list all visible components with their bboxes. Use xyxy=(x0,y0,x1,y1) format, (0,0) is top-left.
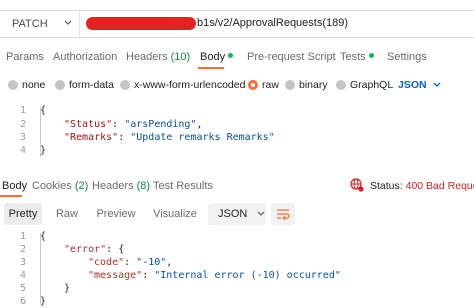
view-mode-raw[interactable]: Raw xyxy=(50,203,84,225)
json-line-message: "message": "Internal error (-10) occurre… xyxy=(88,270,341,281)
tab-settings[interactable]: Settings xyxy=(387,51,427,63)
tests-indicator-dot xyxy=(368,53,374,58)
globe-error-icon[interactable] xyxy=(350,178,364,192)
line-number: 4 xyxy=(19,270,26,281)
body-format-select[interactable]: JSON xyxy=(398,77,441,93)
line-number: 2 xyxy=(19,244,26,255)
response-status: Status: 400 Bad Request xyxy=(370,180,474,192)
response-tab-test-results[interactable]: Test Results xyxy=(153,180,213,192)
body-type-urlencoded[interactable]: x-www-form-urlencoded xyxy=(120,77,245,93)
active-tab-underline xyxy=(198,67,224,69)
wrap-lines-button[interactable] xyxy=(271,203,295,225)
line-number: 6 xyxy=(19,296,26,307)
radio-selected-icon xyxy=(248,80,258,90)
response-body-viewer: 1 2 3 4 5 6 { "error": { "code": "-10", … xyxy=(0,229,474,308)
line-number: 1 xyxy=(19,231,26,242)
line-number: 1 xyxy=(19,105,26,116)
chevron-down-icon xyxy=(64,20,72,25)
json-brace-open: { xyxy=(40,231,47,242)
active-response-tab-underline xyxy=(0,195,22,197)
radio-icon xyxy=(55,80,65,90)
indent-guide xyxy=(40,233,41,305)
tab-params[interactable]: Params xyxy=(6,51,44,63)
line-number: 3 xyxy=(19,257,26,268)
status-label: Status: xyxy=(370,180,403,192)
line-number: 3 xyxy=(19,132,26,143)
request-body-editor[interactable]: 1 2 3 4 { "Status": "arsPending", "Remar… xyxy=(0,103,474,159)
chevron-down-icon xyxy=(433,82,441,87)
json-line-remarks: "Remarks": "Update remarks Remarks" xyxy=(64,132,275,143)
url-input[interactable]: b1s/v2/ApprovalRequests(189) xyxy=(197,17,348,29)
body-type-none[interactable]: none xyxy=(8,77,45,93)
method-select[interactable]: PATCH xyxy=(0,11,80,37)
line-number: 2 xyxy=(19,119,26,130)
response-headers-count: (8) xyxy=(136,180,151,192)
radio-icon xyxy=(120,80,130,90)
view-mode-preview[interactable]: Preview xyxy=(92,203,140,225)
url-bar: PATCH b1s/v2/ApprovalRequests(189) xyxy=(0,10,474,38)
method-label: PATCH xyxy=(12,18,48,30)
view-mode-visualize[interactable]: Visualize xyxy=(148,203,202,225)
tab-body[interactable]: Body xyxy=(200,51,234,63)
radio-icon xyxy=(336,80,346,90)
cookies-count: (2) xyxy=(74,180,89,192)
status-value: 400 Bad Request xyxy=(405,180,474,192)
tab-headers[interactable]: Headers (10) xyxy=(126,51,190,63)
body-type-raw[interactable]: raw xyxy=(248,77,279,93)
body-type-form-data[interactable]: form-data xyxy=(55,77,114,93)
wrap-lines-icon xyxy=(277,209,290,221)
line-number: 4 xyxy=(19,145,26,156)
response-tab-headers[interactable]: Headers (8) xyxy=(92,180,150,192)
json-brace-close-inner: } xyxy=(64,283,71,294)
tab-authorization[interactable]: Authorization xyxy=(53,51,117,63)
redaction-mark xyxy=(86,17,196,30)
body-type-graphql[interactable]: GraphQL xyxy=(336,77,393,93)
view-mode-pretty[interactable]: Pretty xyxy=(4,203,42,225)
response-tab-body[interactable]: Body xyxy=(2,180,27,192)
radio-icon xyxy=(8,80,18,90)
chevron-down-icon xyxy=(257,211,265,216)
json-brace-close: } xyxy=(40,296,47,307)
json-line-code: "code": "-10", xyxy=(88,257,173,268)
line-number: 5 xyxy=(19,283,26,294)
tab-tests[interactable]: Tests xyxy=(340,51,374,63)
radio-icon xyxy=(285,80,295,90)
json-brace-open: { xyxy=(40,105,47,116)
body-indicator-dot xyxy=(228,53,234,58)
response-format-select[interactable]: JSON xyxy=(208,203,266,225)
response-format-label: JSON xyxy=(218,208,248,220)
json-line-status: "Status": "arsPending", xyxy=(64,119,203,130)
response-tab-cookies[interactable]: Cookies (2) xyxy=(32,180,88,192)
body-format-label: JSON xyxy=(398,79,427,91)
tab-pre-request-script[interactable]: Pre-request Script xyxy=(247,51,336,63)
json-line-error: "error": { xyxy=(64,244,125,255)
headers-count: (10) xyxy=(170,51,191,63)
body-type-binary[interactable]: binary xyxy=(285,77,328,93)
json-brace-close: } xyxy=(40,145,47,156)
